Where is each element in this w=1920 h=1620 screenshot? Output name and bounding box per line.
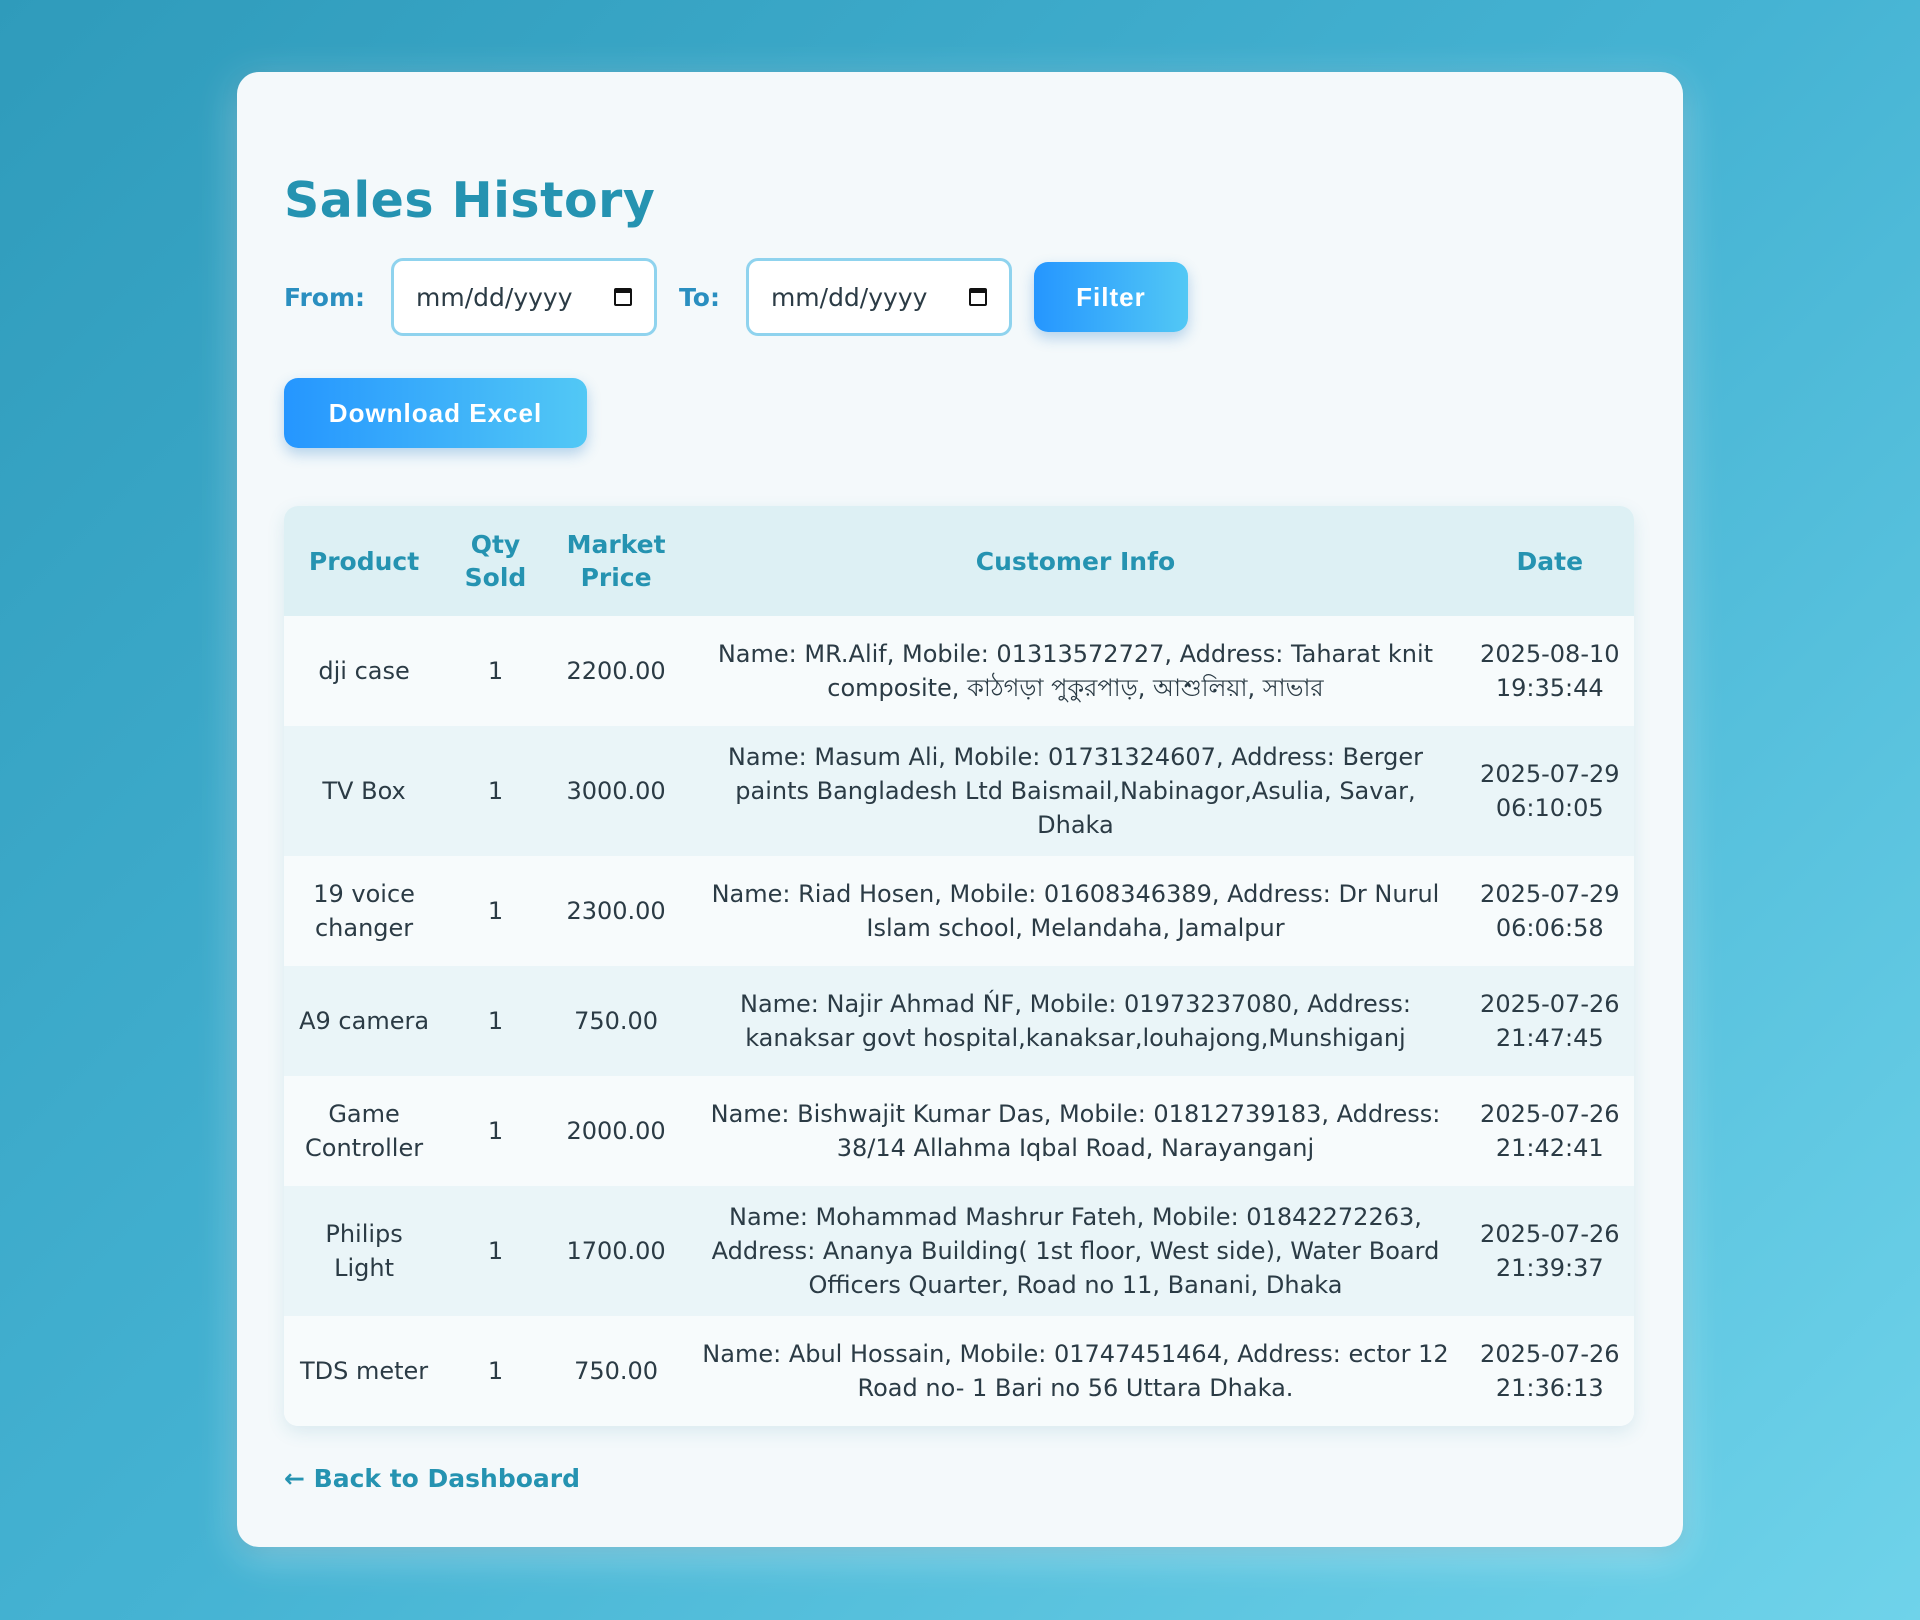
back-to-dashboard-link[interactable]: ← Back to Dashboard xyxy=(284,1464,580,1493)
filter-button[interactable]: Filter xyxy=(1033,262,1188,332)
qty-cell: 1 xyxy=(487,897,504,925)
qty-cell: 1 xyxy=(487,1357,504,1385)
product-cell: TV Box xyxy=(322,777,406,805)
customer-cell: Name: Masum Ali, Mobile: 01731324607, Ad… xyxy=(727,743,1424,839)
product-cell: TDS meter xyxy=(299,1357,429,1385)
column-header-date: Date xyxy=(1516,546,1584,576)
sales-table: Product Qty Sold Market Price Customer Inf… xyxy=(284,506,1634,1426)
table-row: Game Controller 1 2000.00 Name: Bishwaji… xyxy=(284,1076,1634,1186)
qty-cell: 1 xyxy=(487,1117,504,1145)
qty-cell: 1 xyxy=(487,777,504,805)
product-cell: Philips Light xyxy=(325,1220,403,1282)
column-header-qty-sold: Qty Sold xyxy=(444,506,547,616)
from-label: From: xyxy=(284,282,366,312)
column-header-customer-info: Customer Info xyxy=(975,546,1176,576)
table-row: 19 voice changer 1 2300.00 Name: Riad Ho… xyxy=(284,856,1634,966)
sales-history-card: Sales History From: mm/dd/yyyy To: mm/dd… xyxy=(237,72,1683,1547)
date-cell: 2025-07-26 21:42:41 xyxy=(1480,1100,1620,1162)
customer-cell: Name: Abul Hossain, Mobile: 01747451464,… xyxy=(702,1340,1449,1402)
price-cell: 3000.00 xyxy=(566,777,666,805)
download-excel-button[interactable]: Download Excel xyxy=(284,378,587,448)
sales-table-container: Product Qty Sold Market Price Customer Inf… xyxy=(284,506,1634,1426)
calendar-icon[interactable] xyxy=(614,288,633,306)
table-row: TDS meter 1 750.00 Name: Abul Hossain, M… xyxy=(284,1316,1634,1426)
customer-cell: Name: Mohammad Mashrur Fateh, Mobile: 01… xyxy=(711,1203,1440,1299)
table-header-row: Product Qty Sold Market Price Customer Inf… xyxy=(284,506,1634,616)
date-cell: 2025-08-10 19:35:44 xyxy=(1480,640,1620,702)
product-cell: dji case xyxy=(318,657,410,685)
table-row: TV Box 1 3000.00 Name: Masum Ali, Mobile… xyxy=(284,726,1634,856)
from-date-placeholder: mm/dd/yyyy xyxy=(416,282,573,312)
table-row: Philips Light 1 1700.00 Name: Mohammad M… xyxy=(284,1186,1634,1316)
price-header-line1: Market xyxy=(566,530,666,559)
date-cell: 2025-07-26 21:47:45 xyxy=(1480,990,1620,1052)
customer-cell: Name: Riad Hosen, Mobile: 01608346389, A… xyxy=(711,880,1440,942)
table-row: dji case 1 2200.00 Name: MR.Alif, Mobile… xyxy=(284,616,1634,726)
customer-cell: Name: MR.Alif, Mobile: 01313572727, Addr… xyxy=(717,640,1434,702)
qty-cell: 1 xyxy=(487,657,504,685)
table-row: A9 camera 1 750.00 Name: Najir Ahmad ŃF,… xyxy=(284,966,1634,1076)
from-date-input[interactable]: mm/dd/yyyy xyxy=(391,258,658,336)
price-cell: 2200.00 xyxy=(566,657,666,685)
customer-cell: Name: Najir Ahmad ŃF, Mobile: 0197323708… xyxy=(739,990,1411,1052)
price-cell: 2000.00 xyxy=(566,1117,666,1145)
date-cell: 2025-07-29 06:10:05 xyxy=(1480,760,1620,822)
column-header-product: Product xyxy=(308,546,420,576)
to-date-placeholder: mm/dd/yyyy xyxy=(770,282,928,312)
price-cell: 1700.00 xyxy=(566,1237,666,1265)
product-cell: Game Controller xyxy=(305,1100,424,1162)
date-cell: 2025-07-26 21:39:37 xyxy=(1480,1220,1620,1282)
date-filter-form: From: mm/dd/yyyy To: mm/dd/yyyy Filter xyxy=(284,257,1636,337)
calendar-icon[interactable] xyxy=(968,288,987,306)
price-cell: 750.00 xyxy=(574,1007,659,1035)
to-label: To: xyxy=(679,282,720,312)
price-header-line2: Price xyxy=(580,563,652,592)
qty-header-line2: Sold xyxy=(464,563,527,592)
date-cell: 2025-07-29 06:06:58 xyxy=(1480,880,1620,942)
to-date-input[interactable]: mm/dd/yyyy xyxy=(745,258,1012,336)
column-header-market-price: Market Price xyxy=(547,506,686,616)
price-cell: 2300.00 xyxy=(566,897,666,925)
date-cell: 2025-07-26 21:36:13 xyxy=(1480,1340,1620,1402)
qty-cell: 1 xyxy=(487,1007,504,1035)
page-title: Sales History xyxy=(284,172,656,229)
qty-cell: 1 xyxy=(487,1237,504,1265)
product-cell: A9 camera xyxy=(299,1007,430,1035)
product-cell: 19 voice changer xyxy=(313,880,415,942)
customer-cell: Name: Bishwajit Kumar Das, Mobile: 01812… xyxy=(710,1100,1441,1162)
price-cell: 750.00 xyxy=(574,1357,659,1385)
qty-header-line1: Qty xyxy=(470,530,521,559)
